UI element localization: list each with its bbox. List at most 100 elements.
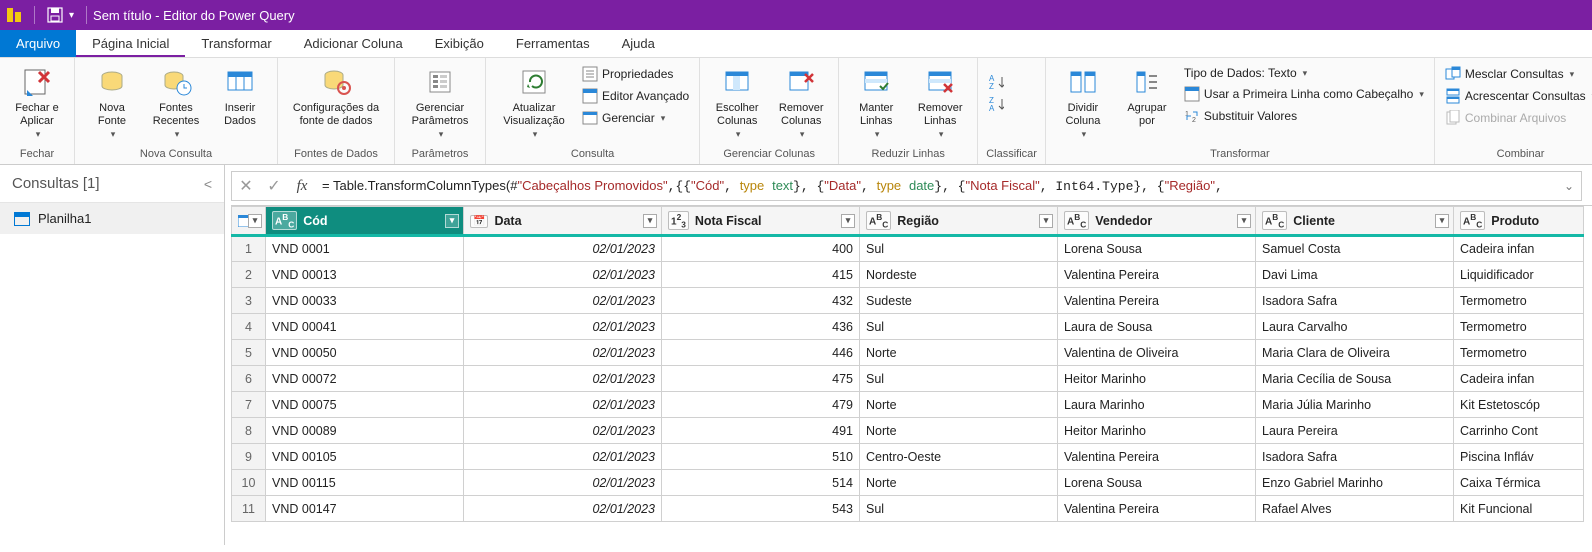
fx-icon[interactable]: fx <box>288 178 316 195</box>
cell-nf[interactable]: 514 <box>662 470 860 496</box>
row-number[interactable]: 7 <box>232 392 266 418</box>
row-number[interactable]: 4 <box>232 314 266 340</box>
table-row[interactable]: 6VND 0007202/01/2023475SulHeitor Marinho… <box>232 366 1584 392</box>
table-row[interactable]: 9VND 0010502/01/2023510Centro-OesteValen… <box>232 444 1584 470</box>
cell-cod[interactable]: VND 00089 <box>266 418 464 444</box>
cell-nf[interactable]: 543 <box>662 496 860 522</box>
cell-cod[interactable]: VND 00041 <box>266 314 464 340</box>
cell-nf[interactable]: 446 <box>662 340 860 366</box>
cell-cliente[interactable]: Laura Pereira <box>1256 418 1454 444</box>
cell-cod[interactable]: VND 00033 <box>266 288 464 314</box>
cell-data[interactable]: 02/01/2023 <box>464 314 662 340</box>
cell-produto[interactable]: Caixa Térmica <box>1454 470 1584 496</box>
cell-regiao[interactable]: Nordeste <box>860 262 1058 288</box>
table-row[interactable]: 7VND 0007502/01/2023479NorteLaura Marinh… <box>232 392 1584 418</box>
cell-vendedor[interactable]: Valentina de Oliveira <box>1058 340 1256 366</box>
cell-cod[interactable]: VND 00115 <box>266 470 464 496</box>
cell-cliente[interactable]: Maria Júlia Marinho <box>1256 392 1454 418</box>
col-header-regiao[interactable]: ABCRegião▾ <box>860 207 1058 236</box>
cell-regiao[interactable]: Norte <box>860 418 1058 444</box>
table-row[interactable]: 11VND 0014702/01/2023543SulValentina Per… <box>232 496 1584 522</box>
new-source-button[interactable]: Nova Fonte▾ <box>83 64 141 141</box>
datasource-settings-button[interactable]: Configurações da fonte de dados <box>286 64 386 128</box>
remove-rows-button[interactable]: Remover Linhas▾ <box>911 64 969 141</box>
cell-nf[interactable]: 436 <box>662 314 860 340</box>
cell-cod[interactable]: VND 00072 <box>266 366 464 392</box>
cell-nf[interactable]: 432 <box>662 288 860 314</box>
cell-vendedor[interactable]: Laura de Sousa <box>1058 314 1256 340</box>
tab-help[interactable]: Ajuda <box>606 30 671 57</box>
tab-transform[interactable]: Transformar <box>185 30 287 57</box>
cell-regiao[interactable]: Norte <box>860 340 1058 366</box>
col-header-cod[interactable]: ABCCód▾ <box>266 207 464 236</box>
cell-regiao[interactable]: Sul <box>860 496 1058 522</box>
collapse-icon[interactable]: < <box>204 176 212 192</box>
cell-produto[interactable]: Termometro <box>1454 288 1584 314</box>
cell-cliente[interactable]: Isadora Safra <box>1256 444 1454 470</box>
close-apply-button[interactable]: Fechar e Aplicar▾ <box>8 64 66 141</box>
cell-produto[interactable]: Termometro <box>1454 340 1584 366</box>
cell-cliente[interactable]: Davi Lima <box>1256 262 1454 288</box>
keep-rows-button[interactable]: Manter Linhas▾ <box>847 64 905 141</box>
filter-icon[interactable]: ▾ <box>1435 214 1449 228</box>
cell-regiao[interactable]: Centro-Oeste <box>860 444 1058 470</box>
cell-vendedor[interactable]: Lorena Sousa <box>1058 470 1256 496</box>
cell-vendedor[interactable]: Heitor Marinho <box>1058 366 1256 392</box>
table-row[interactable]: 3VND 0003302/01/2023432SudesteValentina … <box>232 288 1584 314</box>
formula-cancel-button[interactable]: ✕ <box>232 176 260 196</box>
append-queries-button[interactable]: Acrescentar Consultas▾ <box>1443 86 1592 106</box>
queries-header[interactable]: Consultas [1] < <box>0 165 224 203</box>
cell-data[interactable]: 02/01/2023 <box>464 340 662 366</box>
cell-nf[interactable]: 479 <box>662 392 860 418</box>
recent-sources-button[interactable]: Fontes Recentes▾ <box>147 64 205 141</box>
choose-columns-button[interactable]: Escolher Colunas▾ <box>708 64 766 141</box>
cell-cod[interactable]: VND 00050 <box>266 340 464 366</box>
qat-dropdown-icon[interactable]: ▾ <box>69 10 74 21</box>
remove-columns-button[interactable]: Remover Colunas▾ <box>772 64 830 141</box>
cell-produto[interactable]: Cadeira infan <box>1454 236 1584 262</box>
cell-cod[interactable]: VND 00075 <box>266 392 464 418</box>
cell-data[interactable]: 02/01/2023 <box>464 262 662 288</box>
cell-data[interactable]: 02/01/2023 <box>464 366 662 392</box>
cell-regiao[interactable]: Norte <box>860 392 1058 418</box>
row-number[interactable]: 2 <box>232 262 266 288</box>
formula-input[interactable]: = Table.TransformColumnTypes(#"Cabeçalho… <box>316 178 1557 194</box>
cell-data[interactable]: 02/01/2023 <box>464 444 662 470</box>
merge-queries-button[interactable]: Mesclar Consultas▾ <box>1443 64 1592 84</box>
cell-nf[interactable]: 400 <box>662 236 860 262</box>
cell-produto[interactable]: Termometro <box>1454 314 1584 340</box>
row-number[interactable]: 8 <box>232 418 266 444</box>
filter-icon[interactable]: ▾ <box>445 214 459 228</box>
cell-produto[interactable]: Kit Estetoscóp <box>1454 392 1584 418</box>
cell-regiao[interactable]: Sul <box>860 366 1058 392</box>
sort-asc-button[interactable]: AZ <box>986 72 1006 92</box>
table-corner[interactable]: ▾ <box>232 207 266 236</box>
filter-icon[interactable]: ▾ <box>1039 214 1053 228</box>
col-header-produto[interactable]: ABCProduto <box>1454 207 1584 236</box>
col-header-cliente[interactable]: ABCCliente▾ <box>1256 207 1454 236</box>
cell-nf[interactable]: 491 <box>662 418 860 444</box>
save-icon[interactable] <box>47 7 63 23</box>
refresh-preview-button[interactable]: Atualizar Visualização▾ <box>494 64 574 141</box>
cell-cliente[interactable]: Isadora Safra <box>1256 288 1454 314</box>
query-item[interactable]: Planilha1 <box>0 203 224 234</box>
cell-data[interactable]: 02/01/2023 <box>464 418 662 444</box>
cell-produto[interactable]: Cadeira infan <box>1454 366 1584 392</box>
table-row[interactable]: 2VND 0001302/01/2023415NordesteValentina… <box>232 262 1584 288</box>
row-number[interactable]: 10 <box>232 470 266 496</box>
row-number[interactable]: 5 <box>232 340 266 366</box>
tab-home[interactable]: Página Inicial <box>76 30 185 57</box>
col-header-vendedor[interactable]: ABCVendedor▾ <box>1058 207 1256 236</box>
cell-cliente[interactable]: Enzo Gabriel Marinho <box>1256 470 1454 496</box>
table-row[interactable]: 10VND 0011502/01/2023514NorteLorena Sous… <box>232 470 1584 496</box>
cell-vendedor[interactable]: Heitor Marinho <box>1058 418 1256 444</box>
row-number[interactable]: 6 <box>232 366 266 392</box>
properties-button[interactable]: Propriedades <box>580 64 691 84</box>
table-row[interactable]: 8VND 0008902/01/2023491NorteHeitor Marin… <box>232 418 1584 444</box>
tab-file[interactable]: Arquivo <box>0 30 76 57</box>
table-row[interactable]: 5VND 0005002/01/2023446NorteValentina de… <box>232 340 1584 366</box>
tab-addcolumn[interactable]: Adicionar Coluna <box>288 30 419 57</box>
cell-cod[interactable]: VND 00105 <box>266 444 464 470</box>
filter-icon[interactable]: ▾ <box>643 214 657 228</box>
datatype-button[interactable]: Tipo de Dados: Texto▾ <box>1182 64 1426 82</box>
